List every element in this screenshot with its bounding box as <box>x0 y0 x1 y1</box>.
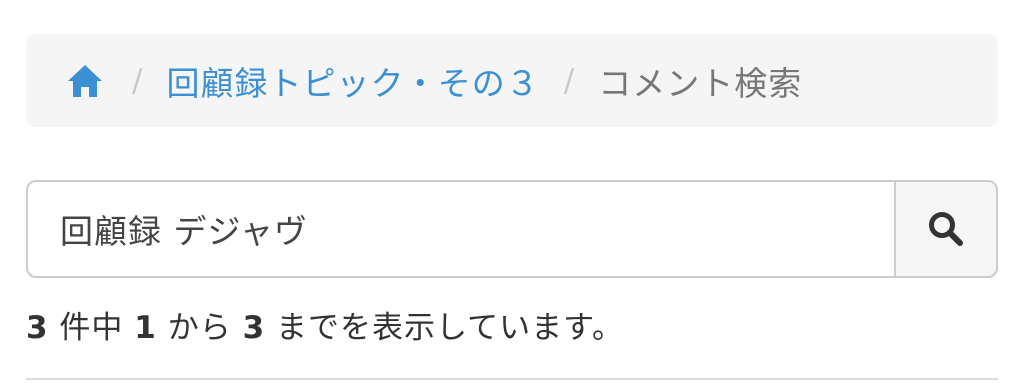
result-text: から <box>156 310 243 346</box>
breadcrumb-topic-link[interactable]: 回顧録トピック・その３ <box>166 57 539 105</box>
search-input[interactable]: 回顧録 デジャヴ <box>26 180 894 278</box>
search-button[interactable] <box>894 180 998 278</box>
breadcrumb-separator: / <box>132 62 143 99</box>
divider <box>26 378 998 380</box>
result-text: までを表示しています。 <box>265 310 624 346</box>
search-icon <box>929 212 963 246</box>
breadcrumb-current: コメント検索 <box>598 63 803 103</box>
result-from: 1 <box>134 310 157 346</box>
result-to: 3 <box>242 310 266 346</box>
search-form: 回顧録 デジャヴ <box>26 180 998 278</box>
breadcrumb-separator: / <box>563 62 575 99</box>
result-summary: 3 件中 1 から 3 までを表示しています。 <box>26 302 624 347</box>
home-icon[interactable] <box>66 63 104 99</box>
breadcrumb: / 回顧録トピック・その３ / コメント検索 <box>26 34 998 127</box>
result-total: 3 <box>26 310 49 346</box>
result-text: 件中 <box>48 310 135 346</box>
